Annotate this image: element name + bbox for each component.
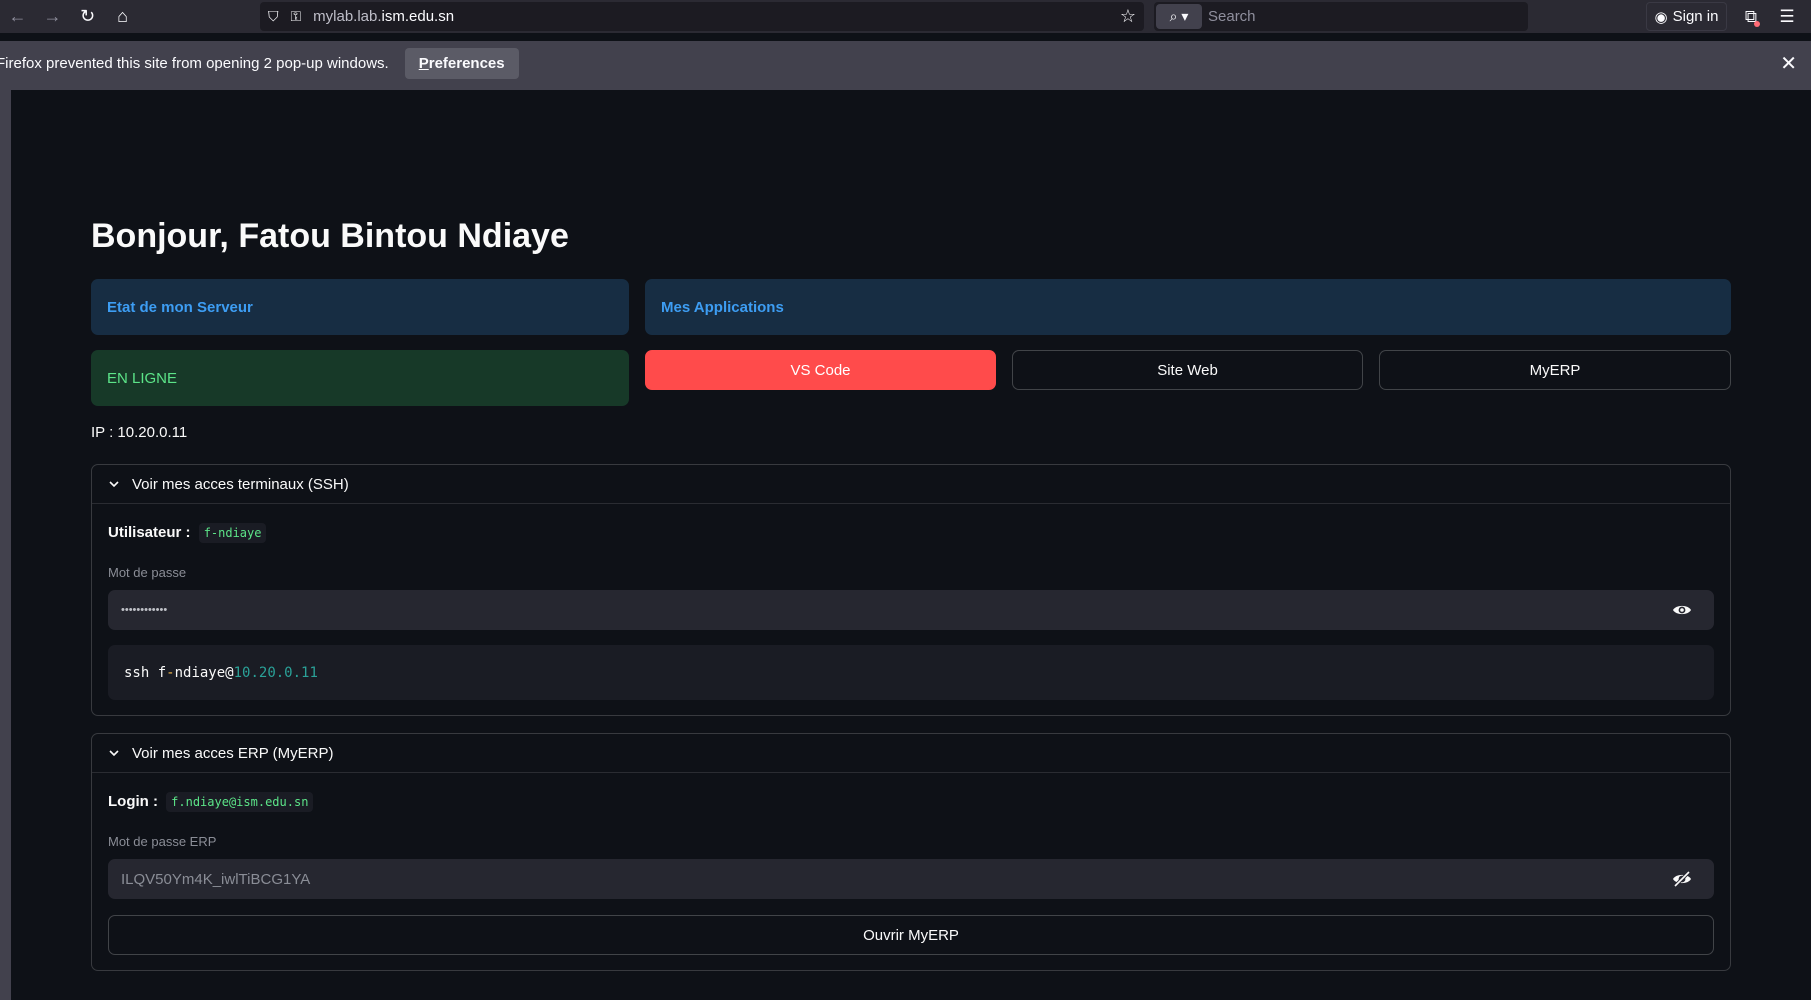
preferences-button[interactable]: Preferences [404, 47, 519, 79]
popup-message: Firefox prevented this site from opening… [0, 54, 389, 72]
left-edge [0, 90, 11, 1000]
chevron-down-icon [109, 481, 119, 488]
search-icon: ⌕ ▾ [1169, 8, 1189, 24]
shield-icon[interactable]: ⛉ [268, 8, 279, 25]
app-content: Bonjour, Fatou Bintou Ndiaye Etat de mon… [11, 90, 1811, 1000]
erp-expander: Voir mes acces ERP (MyERP) Login : f.ndi… [91, 733, 1731, 971]
eye-off-icon[interactable] [1672, 869, 1692, 889]
home-icon[interactable]: ⌂ [105, 0, 140, 33]
ssh-password-input[interactable]: •••••••••••• [108, 590, 1714, 630]
ssh-expander-header[interactable]: Voir mes acces terminaux (SSH) [92, 465, 1730, 504]
extensions-icon[interactable]: ⧉ [1736, 2, 1766, 31]
reload-icon[interactable]: ↻ [70, 0, 105, 33]
ssh-user-label: Utilisateur : [108, 524, 191, 541]
browser-toolbar: ← → ↻ ⌂ ⛉ ⚿ mylab.lab.ism.edu.sn ☆ ⌕ ▾ S… [0, 0, 1811, 33]
ssh-password-value: •••••••••••• [121, 604, 168, 616]
ip-address: IP : 10.20.0.11 [91, 424, 188, 441]
forward-icon[interactable]: → [35, 0, 70, 33]
account-icon: ◉ [1654, 8, 1668, 26]
ssh-cmd-dash: - [166, 664, 175, 681]
notification-dot [1754, 21, 1760, 27]
ssh-password-label: Mot de passe [108, 565, 187, 580]
erp-expander-header[interactable]: Voir mes acces ERP (MyERP) [92, 734, 1730, 773]
search-engine-button[interactable]: ⌕ ▾ [1156, 4, 1202, 29]
permissions-icon[interactable]: ⚿ [291, 8, 302, 25]
erp-password-input[interactable]: ILQV50Ym4K_iwlTiBCG1YA [108, 859, 1714, 899]
erp-login-value: f.ndiaye@ism.edu.sn [166, 792, 314, 812]
erp-login-label: Login : [108, 793, 158, 810]
hamburger-menu-icon[interactable]: ☰ [1772, 2, 1802, 31]
ssh-expander-title: Voir mes acces terminaux (SSH) [132, 475, 349, 493]
search-bar[interactable]: ⌕ ▾ Search [1154, 2, 1528, 31]
bookmark-star-icon[interactable]: ☆ [1120, 6, 1136, 27]
eye-icon[interactable] [1672, 600, 1692, 620]
ssh-user-row: Utilisateur : f-ndiaye [108, 523, 267, 543]
ssh-command-code: ssh f - ndiaye@ 10.20.0.11 [108, 645, 1714, 700]
chevron-down-icon [109, 750, 119, 757]
preferences-label: references [428, 54, 505, 72]
ssh-cmd-ip: 10.20.0.11 [233, 664, 318, 681]
page-title: Bonjour, Fatou Bintou Ndiaye [91, 217, 569, 255]
status-badge: EN LIGNE [91, 350, 629, 406]
erp-password-label: Mot de passe ERP [108, 834, 217, 849]
site-web-button[interactable]: Site Web [1012, 350, 1363, 390]
ssh-user-value: f-ndiaye [198, 523, 267, 543]
ssh-cmd-user: ndiaye@ [174, 664, 234, 681]
search-placeholder: Search [1208, 8, 1256, 25]
erp-password-value: ILQV50Ym4K_iwlTiBCG1YA [121, 870, 311, 888]
vs-code-button[interactable]: VS Code [645, 350, 996, 390]
sign-in-button[interactable]: ◉ Sign in [1646, 2, 1727, 31]
open-myerp-button[interactable]: Ouvrir MyERP [108, 915, 1714, 955]
url-text: mylab.lab.ism.edu.sn [313, 8, 455, 25]
close-icon[interactable]: ✕ [1780, 51, 1797, 76]
ssh-expander: Voir mes acces terminaux (SSH) Utilisate… [91, 464, 1731, 716]
sign-in-label: Sign in [1672, 8, 1719, 25]
preferences-accesskey: P [418, 54, 429, 72]
ssh-cmd-prefix: ssh f [124, 664, 167, 681]
back-icon[interactable]: ← [0, 0, 35, 33]
url-bar[interactable]: ⛉ ⚿ mylab.lab.ism.edu.sn ☆ [260, 2, 1144, 31]
server-status-heading: Etat de mon Serveur [91, 279, 629, 335]
myerp-button[interactable]: MyERP [1379, 350, 1731, 390]
erp-login-row: Login : f.ndiaye@ism.edu.sn [108, 792, 314, 812]
popup-blocked-bar: Firefox prevented this site from opening… [0, 41, 1811, 85]
applications-heading: Mes Applications [645, 279, 1731, 335]
erp-expander-title: Voir mes acces ERP (MyERP) [132, 744, 334, 762]
